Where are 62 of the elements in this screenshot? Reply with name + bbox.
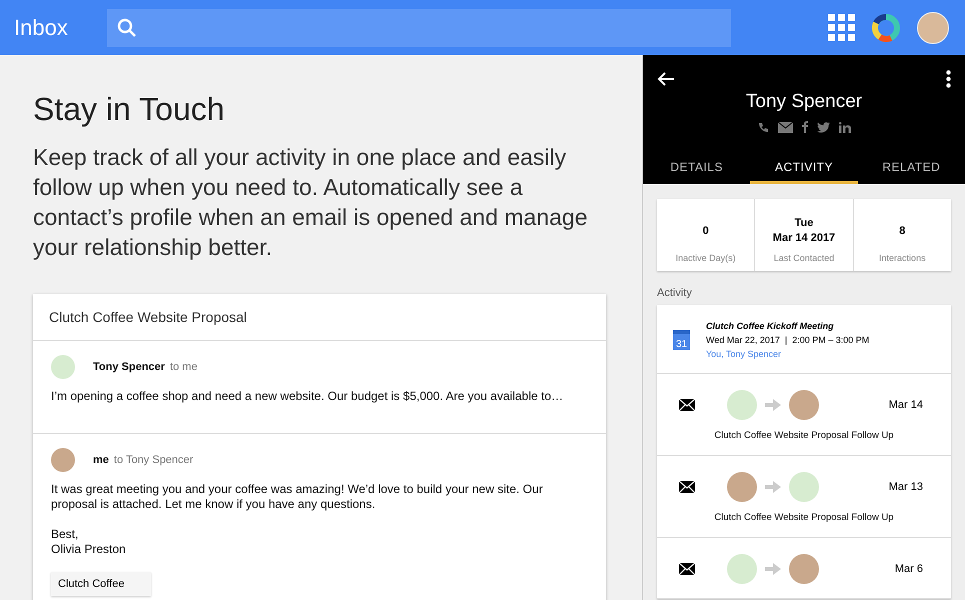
recipient-label: to Tony Spencer: [114, 454, 194, 466]
linkedin-icon[interactable]: [838, 122, 850, 132]
recipient-label: to me: [170, 361, 198, 373]
more-options-icon[interactable]: [946, 70, 951, 88]
recipient-avatar: [789, 390, 819, 420]
stat-label: Inactive Day(s): [676, 253, 736, 263]
activity-date: Mar 6: [894, 563, 923, 575]
apps-grid-icon[interactable]: [828, 14, 855, 41]
activity-item[interactable]: Mar 14 Clutch Coffee Website Proposal Follow Up: [657, 374, 951, 456]
sender-avatar: [51, 355, 75, 379]
app-title: Inbox: [13, 14, 69, 40]
right-arrow-icon: [765, 481, 781, 493]
sender-avatar: [51, 448, 75, 472]
activity-date: Mar 13: [888, 481, 923, 493]
stat-value: 8: [899, 224, 906, 238]
sender-avatar: [727, 390, 757, 420]
event-time: Wed Mar 22, 2017 | 2:00 PM – 3:00 PM: [706, 335, 870, 345]
calendar-icon: 31: [673, 330, 690, 350]
hero-text: Keep track of all your activity in one place and easily follow up when you need to. Automatically see a contact’s profile when an email is opened and manage your relationship better.: [33, 143, 588, 262]
envelope-icon: [679, 399, 695, 411]
facebook-icon[interactable]: [802, 121, 808, 133]
message-text: I’m opening a coffee shop and need a new website. Our budget is $5,000. Are you available to…: [51, 389, 564, 404]
event-title: Clutch Coffee Kickoff Meeting: [706, 321, 835, 331]
message-text: Best, Olivia Preston: [51, 527, 127, 557]
ring-chart-icon[interactable]: [871, 12, 901, 42]
section-heading: Activity: [657, 287, 693, 299]
tab[interactable]: ACTIVITY: [750, 152, 858, 184]
stat-label: Interactions: [879, 253, 926, 263]
activity-item[interactable]: Mar 6: [657, 538, 951, 599]
recipient-avatar: [789, 554, 819, 584]
phone-icon[interactable]: [758, 122, 768, 132]
tab[interactable]: DETAILS: [643, 152, 750, 184]
account-avatar[interactable]: [917, 12, 949, 44]
search-icon: [117, 18, 137, 38]
tab[interactable]: RELATED: [858, 152, 965, 184]
hero-title: Stay in Touch: [33, 91, 225, 128]
envelope-icon[interactable]: [778, 122, 792, 132]
sender-name: me: [93, 454, 109, 466]
envelope-icon: [679, 481, 695, 493]
sender-name: Tony Spencer: [93, 361, 165, 373]
contact-name: Tony Spencer: [744, 91, 864, 113]
activity-date: Mar 14: [888, 399, 923, 411]
twitter-icon[interactable]: [816, 122, 830, 132]
activity-item[interactable]: Mar 13 Clutch Coffee Website Proposal Follow Up: [657, 456, 951, 538]
envelope-icon: [679, 563, 695, 575]
search-field[interactable]: [107, 8, 731, 46]
sender-avatar: [727, 554, 757, 584]
thread-subject: Clutch Coffee Website Proposal: [33, 294, 606, 341]
activity-subject: Clutch Coffee Website Proposal Follow Up: [713, 430, 895, 441]
stat-value: Tue Mar 14 2017: [772, 216, 836, 246]
stat-label: Last Contacted: [774, 253, 834, 263]
message-text: It was great meeting you and your coffee was amazing! We’d love to build your new site. Our proposal is attached. Let me know if you have any questions.: [51, 482, 544, 512]
recipient-avatar: [789, 472, 819, 502]
stat-value: 0: [702, 224, 709, 238]
activity-item[interactable]: 31 Clutch Coffee Kickoff Meeting Wed Mar 22, 2017 | 2:00 PM – 3:00 PM You, Tony Spencer: [657, 305, 951, 374]
event-attendees: You, Tony Spencer: [706, 349, 782, 359]
back-arrow-icon[interactable]: [657, 72, 675, 86]
right-arrow-icon: [765, 399, 781, 411]
attachment-chip[interactable]: Clutch Coffee: [51, 572, 151, 596]
activity-subject: Clutch Coffee Website Proposal Follow Up: [713, 512, 895, 523]
sender-avatar: [727, 472, 757, 502]
right-arrow-icon: [765, 563, 781, 575]
